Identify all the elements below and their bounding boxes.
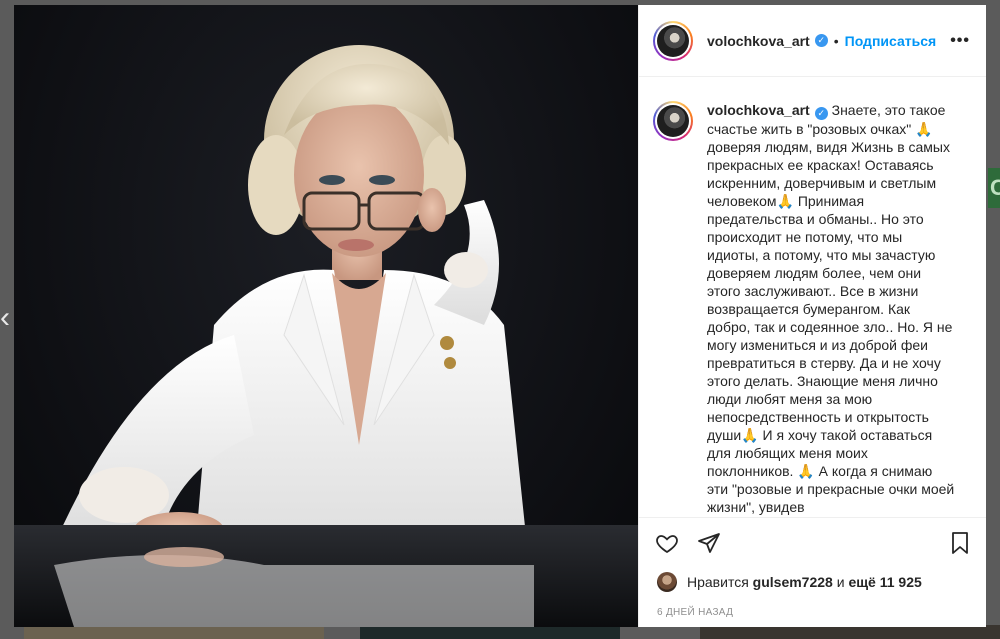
verified-badge-icon: ✓: [814, 34, 828, 47]
likes-row: Нравится gulsem7228 и ещё 11 925: [639, 567, 986, 597]
avatar-image: [657, 24, 689, 57]
post-photo[interactable]: [14, 5, 638, 627]
post-date[interactable]: 6 ДНЕЙ НАЗАД: [639, 597, 986, 627]
pray-emoji-icon: 🙏: [915, 121, 933, 137]
background-badge: С: [988, 168, 1000, 208]
likes-count-link[interactable]: ещё 11 925: [848, 574, 921, 590]
paper-plane-icon[interactable]: [695, 529, 723, 557]
avatar[interactable]: [653, 101, 693, 141]
avatar-image: [657, 105, 689, 137]
avatar[interactable]: [653, 20, 693, 61]
liker-username-link[interactable]: gulsem7228: [753, 574, 833, 590]
verified-badge-icon: ✓: [814, 107, 828, 120]
background-thumbnail: [700, 625, 1000, 639]
more-options-icon[interactable]: •••: [950, 32, 970, 50]
liker-avatar[interactable]: [657, 572, 677, 592]
bookmark-icon[interactable]: [946, 529, 974, 557]
likes-conjunction: и: [836, 574, 845, 590]
heart-icon[interactable]: [653, 529, 681, 557]
action-bar: [639, 517, 986, 567]
portrait-illustration: [14, 45, 638, 627]
pray-emoji-icon: 🙏: [797, 463, 815, 479]
username-link[interactable]: volochkova_art: [707, 33, 810, 49]
background-thumbnail: [24, 625, 324, 639]
background-thumbnail: [360, 625, 620, 639]
caption-username-link[interactable]: volochkova_art: [707, 102, 810, 118]
pray-emoji-icon: 🙏: [776, 193, 794, 209]
caption-text-part: Принимая предательства и обманы.. Но это…: [707, 193, 953, 443]
post-header: volochkova_art ✓ • Подписаться •••: [639, 5, 986, 77]
follow-button[interactable]: Подписаться: [845, 33, 937, 49]
separator-dot: •: [833, 32, 839, 49]
caption: volochkova_art ✓ Знаете, это такое счасть…: [707, 101, 957, 517]
pray-emoji-icon: 🙏: [741, 427, 759, 443]
post-sidebar: volochkova_art ✓ • Подписаться ••• voloc…: [638, 5, 986, 627]
likes-prefix: Нравится: [687, 574, 749, 590]
chevron-left-icon[interactable]: ‹: [0, 300, 12, 336]
caption-area[interactable]: volochkova_art ✓ Знаете, это такое счасть…: [639, 77, 986, 517]
post-modal: volochkova_art ✓ • Подписаться ••• voloc…: [14, 5, 986, 627]
